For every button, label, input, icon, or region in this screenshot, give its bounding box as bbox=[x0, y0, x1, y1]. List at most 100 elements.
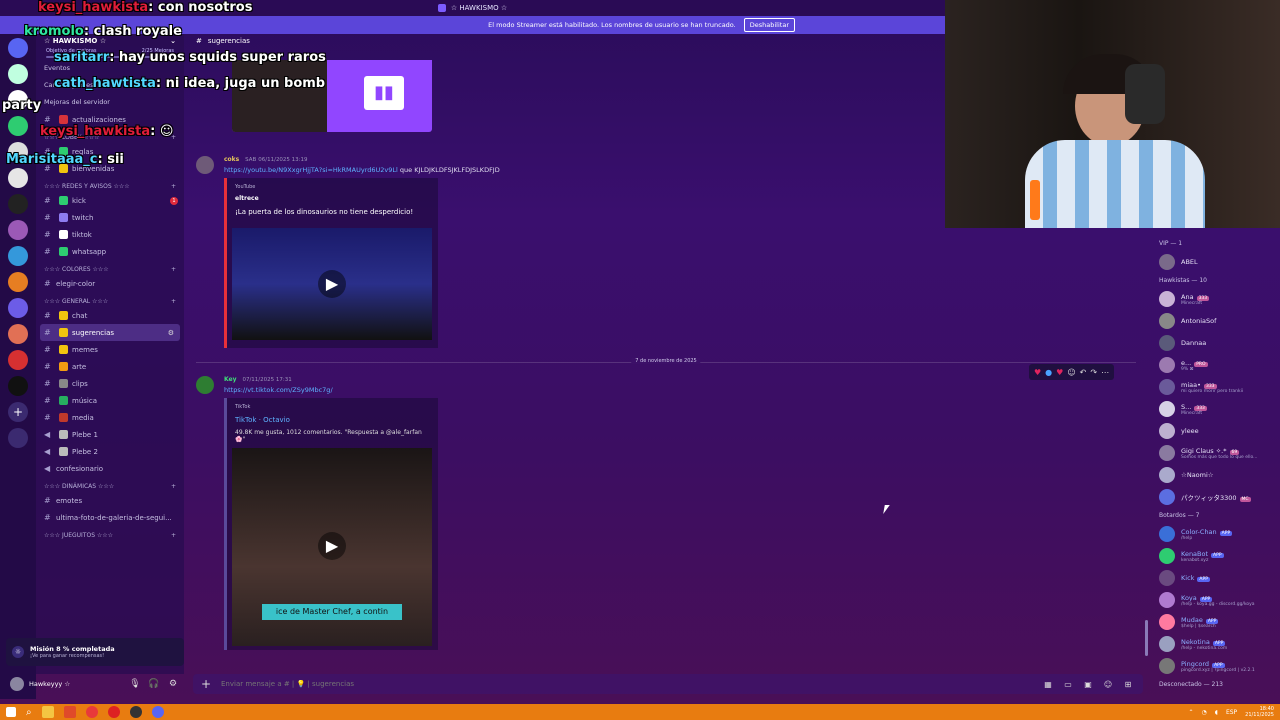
server-icon[interactable] bbox=[8, 246, 28, 266]
embed-title[interactable]: TikTok · Octavio bbox=[235, 416, 430, 424]
add-server-icon[interactable]: + bbox=[8, 402, 28, 422]
play-icon[interactable]: ▶ bbox=[318, 532, 346, 560]
channel-category[interactable]: ☆☆☆ COLORES ☆☆☆ + bbox=[36, 260, 184, 275]
gear-icon[interactable]: ⚙ bbox=[166, 679, 180, 689]
mission-card[interactable]: ☼ Misión 8 % completada ¡Ve para ganar r… bbox=[6, 638, 184, 666]
member-item[interactable]: ylеее bbox=[1150, 420, 1280, 442]
channel-item[interactable]: # tiktok bbox=[36, 226, 184, 243]
channel-item[interactable]: # elegir-color bbox=[36, 275, 184, 292]
member-item[interactable]: e... PRO 9% ⊠ bbox=[1150, 354, 1280, 376]
member-item[interactable]: Koya APP/help - koya.gg - discord.gg/koya bbox=[1150, 589, 1280, 611]
member-item[interactable]: パクツィッタ3300 MC bbox=[1150, 486, 1280, 508]
opera-icon[interactable] bbox=[85, 706, 98, 718]
member-item[interactable]: Color-Chan APP/help bbox=[1150, 523, 1280, 545]
member-item[interactable]: Pingcord APP pingcord.xyz | ?pingcord | v2… bbox=[1150, 655, 1280, 677]
search-icon[interactable]: ⌕ bbox=[26, 707, 32, 718]
embed-title[interactable]: ¡La puerta de los dinosaurios no tiene d… bbox=[235, 208, 430, 216]
member-item[interactable]: Ana 333 Minecraft bbox=[1150, 288, 1280, 310]
channel-item[interactable]: # memes bbox=[36, 341, 184, 358]
add-channel-icon[interactable]: + bbox=[171, 298, 176, 305]
server-icon[interactable] bbox=[8, 376, 28, 396]
server-icon[interactable] bbox=[8, 38, 28, 58]
member-item[interactable]: AntoniaSof bbox=[1150, 310, 1280, 332]
channel-item[interactable]: # clips bbox=[36, 375, 184, 392]
windows-start-icon[interactable] bbox=[6, 707, 16, 717]
channel-item[interactable]: ◀ Plebe 1 bbox=[36, 426, 184, 443]
discover-icon[interactable] bbox=[8, 428, 28, 448]
server-icon[interactable] bbox=[8, 272, 28, 292]
obs-icon[interactable] bbox=[129, 706, 142, 718]
embed-author[interactable]: eltrece bbox=[235, 195, 430, 202]
message-input[interactable] bbox=[221, 680, 1035, 688]
embed-thumbnail[interactable]: ▮▮ bbox=[232, 60, 432, 132]
video-thumbnail[interactable]: ▶ ice de Master Chef, a contin bbox=[232, 448, 432, 646]
member-item[interactable]: ABEL bbox=[1150, 251, 1280, 273]
add-channel-icon[interactable]: + bbox=[171, 532, 176, 539]
channel-category[interactable]: ☆☆☆ JUEGUITOS ☆☆☆ + bbox=[36, 526, 184, 541]
member-item[interactable]: ☆Naomi☆ bbox=[1150, 464, 1280, 486]
member-item[interactable]: Kick APP bbox=[1150, 567, 1280, 589]
server-icon[interactable] bbox=[8, 298, 28, 318]
language-indicator[interactable]: ESP bbox=[1226, 709, 1237, 716]
channel-item[interactable]: ◀ confesionario bbox=[36, 460, 184, 477]
add-channel-icon[interactable]: + bbox=[171, 183, 176, 190]
channel-category[interactable]: ☆☆☆ GENERAL ☆☆☆ + bbox=[36, 292, 184, 307]
channel-item[interactable]: # twitch bbox=[36, 209, 184, 226]
channel-category[interactable]: ☆☆☆ DINÁMICAS ☆☆☆ + bbox=[36, 477, 184, 492]
volume-icon[interactable]: ◖ bbox=[1215, 709, 1218, 716]
member-item[interactable]: S... 333 Minecraft bbox=[1150, 398, 1280, 420]
message-author[interactable]: Key bbox=[224, 376, 237, 383]
gift-icon[interactable]: ▦ bbox=[1041, 680, 1055, 689]
folder-icon[interactable] bbox=[41, 706, 54, 718]
member-item[interactable]: Dannaa bbox=[1150, 332, 1280, 354]
wifi-icon[interactable]: ◔ bbox=[1202, 709, 1207, 716]
channel-category[interactable]: ☆☆☆ REDES Y AVISOS ☆☆☆ + bbox=[36, 177, 184, 192]
chevron-up-icon[interactable]: ⌃ bbox=[1189, 709, 1194, 716]
member-item[interactable]: Nekotina APP/help - nekotina.com bbox=[1150, 633, 1280, 655]
server-nav-item[interactable]: Mejoras del servidor bbox=[44, 94, 176, 111]
channel-item[interactable]: ◀ Plebe 2 bbox=[36, 443, 184, 460]
member-item[interactable]: KenaBot APP kenabot.xyz bbox=[1150, 545, 1280, 567]
server-icon[interactable] bbox=[8, 168, 28, 188]
channel-item[interactable]: # ultima-foto-de-galeria-de-segui... bbox=[36, 509, 184, 526]
avatar[interactable] bbox=[196, 156, 214, 174]
server-icon[interactable] bbox=[8, 116, 28, 136]
gear-icon[interactable]: ⚙ bbox=[168, 329, 174, 337]
add-channel-icon[interactable]: + bbox=[171, 266, 176, 273]
server-icon[interactable] bbox=[8, 220, 28, 240]
sticker-icon[interactable]: ▣ bbox=[1081, 680, 1095, 689]
channel-item[interactable]: # media bbox=[36, 409, 184, 426]
microphone-icon[interactable]: 🎙 bbox=[128, 679, 142, 689]
disable-streamer-button[interactable]: Deshabilitar bbox=[743, 18, 795, 32]
server-icon[interactable] bbox=[8, 64, 28, 84]
channel-item[interactable]: # música bbox=[36, 392, 184, 409]
message-link[interactable]: https://youtu.be/N9XxgrHjjTA?si=HkRMAUyr… bbox=[224, 166, 398, 174]
member-item[interactable]: Mudae APP $help | $search bbox=[1150, 611, 1280, 633]
discord-icon[interactable] bbox=[151, 706, 164, 718]
member-item[interactable]: Gigi Claus ✧.* 69 Somos más que todo lo qu… bbox=[1150, 442, 1280, 464]
apps-icon[interactable]: ⊞ bbox=[1121, 680, 1135, 689]
chat-scrollbar[interactable] bbox=[1145, 620, 1148, 656]
video-thumbnail[interactable]: ▶ bbox=[232, 228, 432, 340]
message-author[interactable]: coks bbox=[224, 156, 239, 163]
username[interactable]: Hawkeyyy ☆ bbox=[29, 680, 123, 688]
clock[interactable]: 18:40 21/11/2025 bbox=[1245, 706, 1274, 718]
headphones-icon[interactable]: 🎧 bbox=[147, 679, 161, 689]
channel-item[interactable]: # sugerencias ⚙ bbox=[40, 324, 180, 341]
channel-item[interactable]: # chat bbox=[36, 307, 184, 324]
channel-item[interactable]: # arte bbox=[36, 358, 184, 375]
server-icon[interactable] bbox=[8, 350, 28, 370]
channel-item[interactable]: # kick 1 bbox=[36, 192, 184, 209]
channel-item[interactable]: # whatsapp bbox=[36, 243, 184, 260]
play-icon[interactable]: ▶ bbox=[318, 270, 346, 298]
channel-item[interactable]: # emotes bbox=[36, 492, 184, 509]
avatar[interactable] bbox=[196, 376, 214, 394]
server-icon[interactable] bbox=[8, 324, 28, 344]
member-item[interactable]: miaa• 333 mi quiero morir pero trankii bbox=[1150, 376, 1280, 398]
add-attachment-icon[interactable]: + bbox=[201, 677, 215, 691]
message-link[interactable]: https://vt.tiktok.com/ZSy9Mbc7g/ bbox=[224, 386, 333, 394]
add-channel-icon[interactable]: + bbox=[171, 483, 176, 490]
gif-icon[interactable]: ▭ bbox=[1061, 680, 1075, 689]
brave-icon[interactable] bbox=[63, 706, 76, 718]
youtube-icon[interactable] bbox=[107, 706, 120, 718]
